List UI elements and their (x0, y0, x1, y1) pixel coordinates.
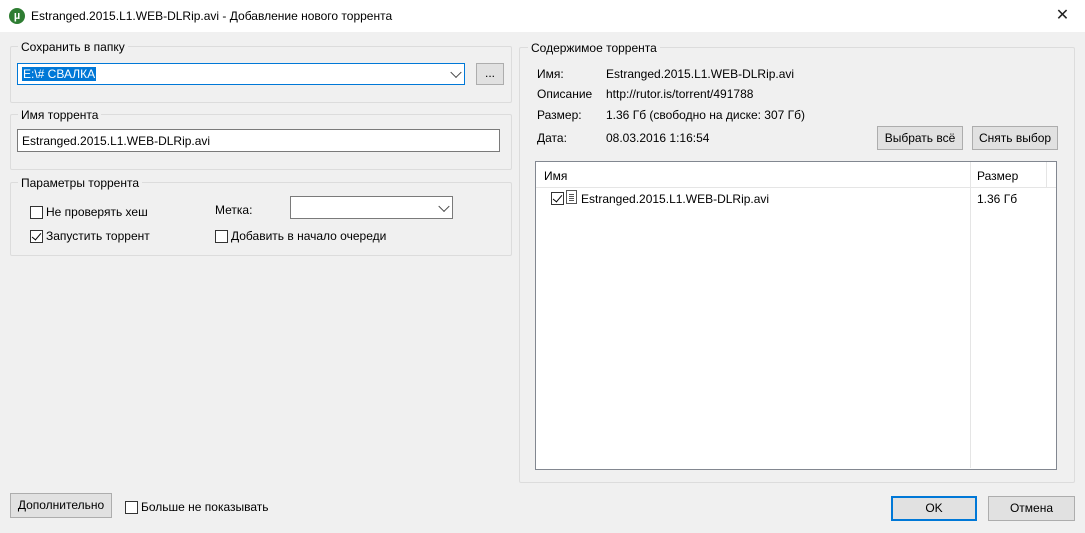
start-torrent-checkbox[interactable] (30, 230, 43, 243)
file-name: Estranged.2015.L1.WEB-DLRip.avi (581, 192, 770, 206)
advanced-button[interactable]: Дополнительно (10, 493, 112, 518)
column-header-size[interactable]: Размер (977, 169, 1018, 183)
deselect-all-button[interactable]: Снять выбор (972, 126, 1058, 150)
select-all-button[interactable]: Выбрать всё (877, 126, 963, 150)
close-button[interactable]: ✕ (1040, 0, 1085, 32)
description-value: http://rutor.is/torrent/491788 (606, 87, 754, 101)
label-field-label: Метка: (215, 203, 253, 217)
torrent-options-legend: Параметры торрента (18, 176, 143, 190)
window-title: Estranged.2015.L1.WEB-DLRip.avi - Добавл… (31, 9, 393, 23)
save-folder-value: E:\# СВАЛКА (22, 67, 97, 81)
column-divider[interactable] (1046, 162, 1047, 187)
date-value: 08.03.2016 1:16:54 (606, 131, 710, 145)
save-folder-combo[interactable]: E:\# СВАЛКА (17, 63, 465, 85)
description-label: Описание (537, 87, 593, 101)
size-value: 1.36 Гб (свободно на диске: 307 Гб) (606, 108, 806, 122)
add-to-top-label[interactable]: Добавить в начало очереди (231, 229, 386, 243)
ok-button[interactable]: OK (891, 496, 977, 521)
skip-hash-label[interactable]: Не проверять хеш (46, 205, 148, 219)
name-value: Estranged.2015.L1.WEB-DLRip.avi (606, 67, 795, 81)
date-label: Дата: (537, 131, 567, 145)
torrent-options-group (10, 182, 512, 256)
cancel-button[interactable]: Отмена (988, 496, 1075, 521)
file-list[interactable]: Имя Размер Estranged.2015.L1.WEB-DLRip.a… (535, 161, 1057, 470)
file-size: 1.36 Гб (977, 192, 1018, 206)
skip-hash-checkbox[interactable] (30, 206, 43, 219)
start-torrent-label[interactable]: Запустить торрент (46, 229, 150, 243)
column-header-name[interactable]: Имя (544, 169, 567, 183)
chevron-down-icon (438, 200, 450, 212)
torrent-name-value: Estranged.2015.L1.WEB-DLRip.avi (22, 134, 211, 148)
chevron-down-icon (450, 66, 462, 79)
file-checkbox[interactable] (551, 192, 564, 205)
dont-show-label[interactable]: Больше не показывать (141, 500, 269, 514)
dont-show-checkbox[interactable] (125, 501, 138, 514)
save-folder-legend: Сохранить в папку (18, 40, 128, 54)
utorrent-logo-icon: µ (9, 8, 25, 24)
file-icon (566, 190, 577, 204)
torrent-name-legend: Имя торрента (18, 108, 102, 122)
name-label: Имя: (537, 67, 564, 81)
label-combo[interactable] (290, 196, 453, 219)
add-to-top-checkbox[interactable] (215, 230, 228, 243)
torrent-contents-legend: Содержимое торрента (528, 41, 660, 55)
browse-folder-button[interactable]: ... (476, 63, 504, 85)
torrent-name-input[interactable]: Estranged.2015.L1.WEB-DLRip.avi (17, 129, 500, 152)
size-label: Размер: (537, 108, 582, 122)
table-row[interactable]: Estranged.2015.L1.WEB-DLRip.avi 1.36 Гб (536, 188, 1056, 208)
